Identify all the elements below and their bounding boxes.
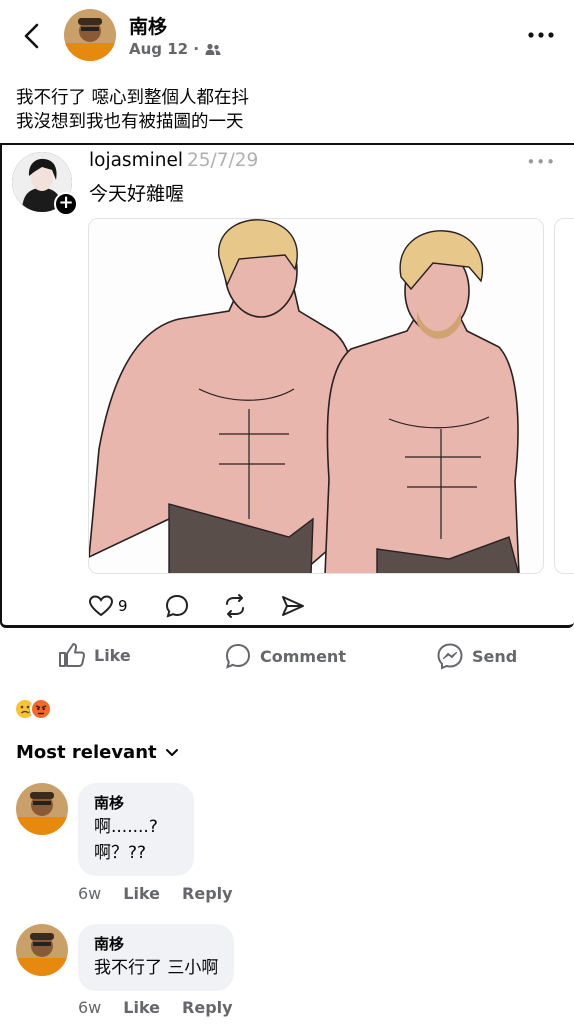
like-button[interactable]: Like <box>58 642 131 668</box>
comment-like-button[interactable]: Like <box>123 884 160 903</box>
heart-icon <box>88 595 114 617</box>
comment-time: 6w <box>78 998 102 1017</box>
back-icon[interactable] <box>18 20 46 52</box>
paper-plane-icon <box>282 596 304 616</box>
caption-line: 我沒想到我也有被描圖的一天 <box>16 112 244 132</box>
shared-like-count: 9 <box>118 597 128 615</box>
send-label: Send <box>472 646 518 666</box>
author-avatar[interactable] <box>64 9 116 61</box>
caption-line: 我不行了 噁心到整個人都在抖 <box>16 88 250 108</box>
commenter-name[interactable]: 南栘 <box>94 792 178 814</box>
post-caption: 我不行了 噁心到整個人都在抖 我沒想到我也有被描圖的一天 <box>16 86 249 134</box>
messenger-icon <box>437 643 463 670</box>
shared-next-image <box>554 218 574 574</box>
comment-icon <box>225 643 251 669</box>
shared-like: 9 <box>88 592 164 620</box>
chevron-down-icon <box>165 749 178 756</box>
comment-text: 我不行了 三小啊 <box>94 958 219 978</box>
send-button[interactable]: Send <box>436 642 517 670</box>
comment-footer: 6w Like Reply <box>78 884 233 903</box>
shared-reply <box>164 592 222 620</box>
shared-username: lojasminel <box>89 150 183 171</box>
speech-bubble-icon <box>165 594 189 618</box>
comment-like-button[interactable]: Like <box>123 998 160 1017</box>
comment-reply-button[interactable]: Reply <box>182 884 233 903</box>
friends-icon <box>205 43 221 55</box>
like-label: Like <box>94 645 131 665</box>
commenter-name[interactable]: 南栘 <box>94 933 218 955</box>
shared-share <box>280 592 306 620</box>
angry-reaction-icon <box>30 698 52 720</box>
shared-repost <box>222 592 280 620</box>
post-meta: Aug 12 · <box>129 40 221 58</box>
shared-user-line: lojasminel 25/7/29 <box>89 150 258 171</box>
commenter-avatar[interactable] <box>16 783 68 835</box>
comment-bubble[interactable]: 南栘 我不行了 三小啊 <box>78 924 235 991</box>
shared-more-icon: ••• <box>526 153 556 171</box>
comment-sort-dropdown[interactable]: Most relevant <box>16 742 179 763</box>
comment-reply-button[interactable]: Reply <box>182 998 233 1017</box>
comment-label: Comment <box>260 646 346 666</box>
author-name[interactable]: 南栘 <box>129 12 167 39</box>
post-actions: Like Comment Send <box>0 636 574 676</box>
sort-label: Most relevant <box>16 742 157 763</box>
shared-post-screenshot[interactable]: + lojasminel 25/7/29 ••• 今天好雜喔 9 <box>0 143 574 628</box>
shared-date: 25/7/29 <box>186 150 259 171</box>
more-icon[interactable] <box>526 27 556 43</box>
comment-bubble[interactable]: 南栘 啊.......? 啊？?? <box>78 783 194 876</box>
post-header: 南栘 Aug 12 · <box>0 0 574 76</box>
comment-time: 6w <box>78 884 102 903</box>
shared-text: 今天好雜喔 <box>89 183 185 205</box>
commenter-avatar[interactable] <box>16 924 68 976</box>
comment-text: 啊？?? <box>94 843 147 863</box>
comment-text: 啊.......? <box>94 817 158 837</box>
comment-button[interactable]: Comment <box>224 642 346 670</box>
shared-actions: 9 <box>88 592 306 620</box>
shared-artwork-image <box>88 218 544 574</box>
reaction-summary[interactable] <box>14 698 52 720</box>
thumbs-up-icon <box>59 643 86 667</box>
follow-plus-icon: + <box>54 192 78 216</box>
post-date[interactable]: Aug 12 · <box>129 40 199 58</box>
repost-icon <box>226 594 244 618</box>
comment-footer: 6w Like Reply <box>78 998 233 1017</box>
